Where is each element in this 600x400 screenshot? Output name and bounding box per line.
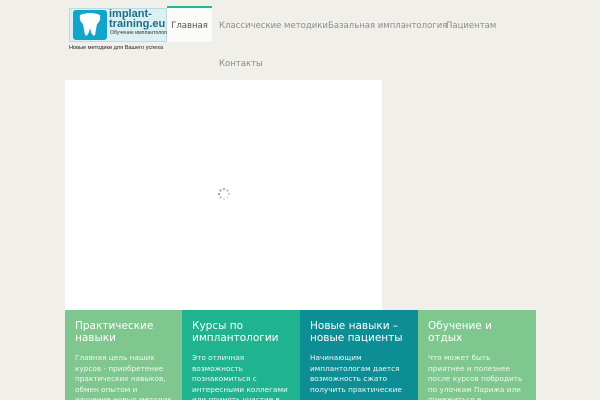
feature-title: Практические навыки [75,320,154,344]
image-slider[interactable] [65,80,382,310]
logo-name: implant- training.eu [109,9,167,30]
feature-title: Курсы по имплантологии [192,320,279,344]
logo-tagline: Новые методики для Вашего успеха [69,45,164,51]
nav-item-contacts[interactable]: Контакты [219,59,263,79]
tooth-icon [73,10,107,40]
feature-title: Новые навыки – новые пациенты [310,320,403,344]
logo-name-line2: training.eu [109,18,166,30]
site-logo[interactable]: implant- training.eu Обучение имплантоло… [69,8,172,54]
logo-subtitle: Обучение имплантологии [110,30,172,36]
feature-box-implantology-courses[interactable]: Курсы по имплантологии Это отличная возм… [182,310,300,400]
loading-spinner-icon [217,187,231,200]
feature-box-practical-skills[interactable]: Практические навыки Главная цель наших к… [65,310,183,400]
feature-box-new-skills[interactable]: Новые навыки – новые пациенты Начинающим… [300,310,418,400]
nav-item-classic-methods[interactable]: Классические методики [219,21,328,41]
nav-item-basal-implantology[interactable]: Базальная имплантология [328,21,447,41]
feature-title: Обучение и отдых [428,320,492,344]
feature-box-education-and-rest[interactable]: Обучение и отдых Что может быть приятнее… [418,310,536,400]
nav-item-patients[interactable]: Пациентам [446,21,496,41]
feature-text: Это отличная возможность познакомиться с… [192,353,288,400]
feature-text: Что может быть приятнее и полезнее после… [428,353,523,400]
feature-text: Начинающим имплантологам дается возможно… [310,353,402,394]
nav-item-home[interactable]: Главная [167,6,212,42]
feature-text: Главная цель наших курсов - приобретение… [75,353,172,400]
